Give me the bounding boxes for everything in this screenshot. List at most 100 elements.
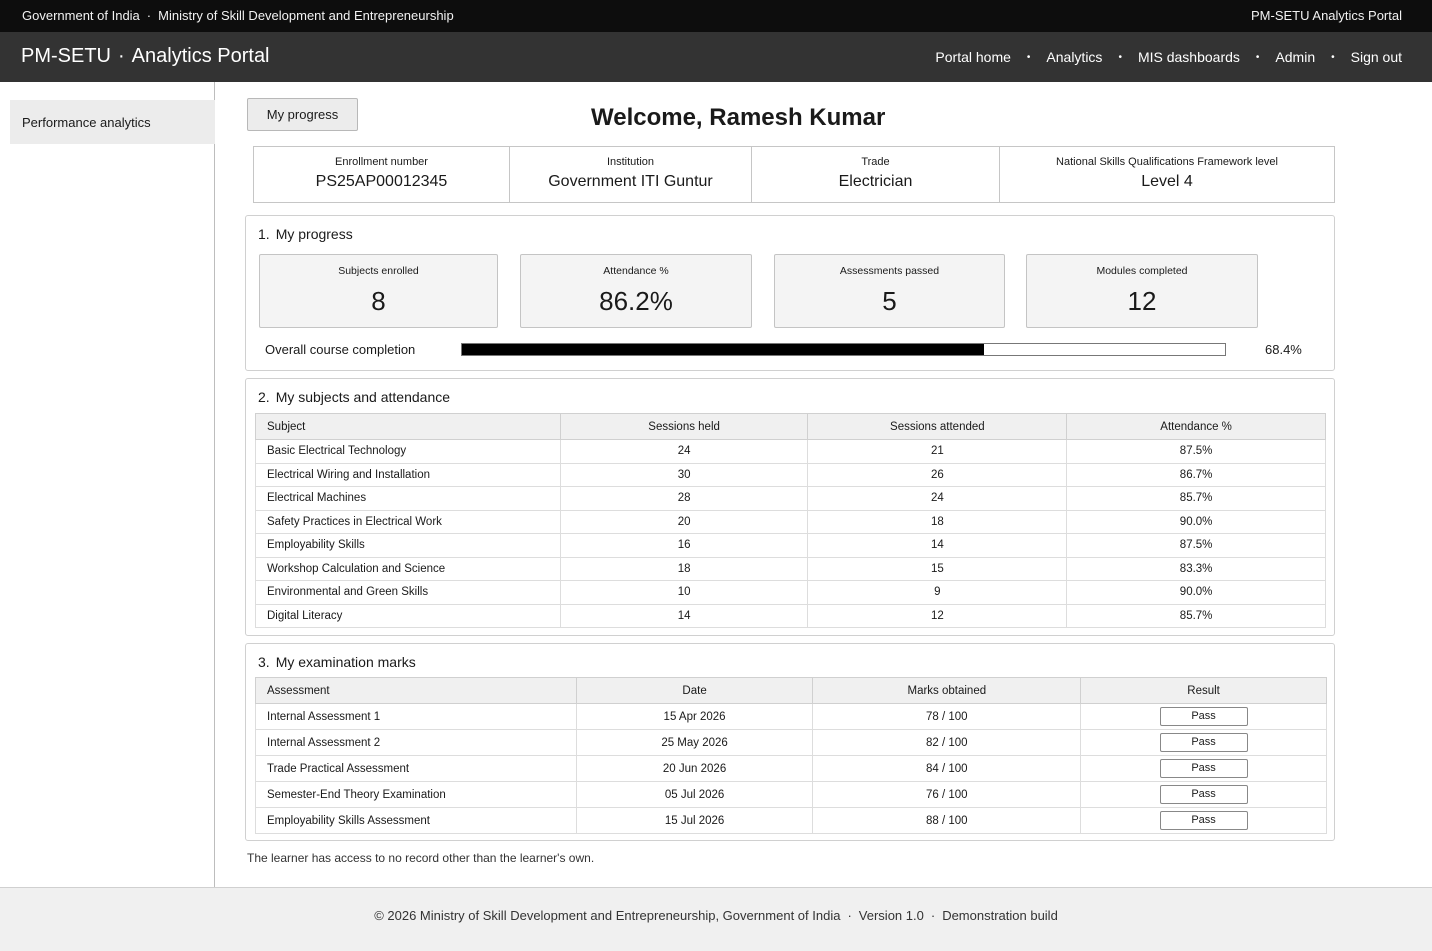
nav-link-mis-dashboards[interactable]: MIS dashboards <box>1138 49 1240 65</box>
result-badge: Pass <box>1159 759 1248 778</box>
column-header-date: Date <box>575 677 814 704</box>
sidebar: Performance analytics <box>0 82 215 887</box>
stat-value: 8 <box>371 286 386 316</box>
info-value: Level 4 <box>1141 173 1193 190</box>
sessions-attended-cell: 14 <box>807 533 1068 558</box>
assessment-cell: Internal Assessment 2 <box>255 729 577 756</box>
nav-link-analytics[interactable]: Analytics <box>1046 49 1102 65</box>
table-row: Employability Skills Assessment 15 Jul 20… <box>255 807 1327 834</box>
government-bar-left: Government of India · Ministry of Skill De… <box>22 8 454 23</box>
sessions-held-cell: 30 <box>559 462 809 487</box>
sessions-attended-cell: 24 <box>807 486 1068 511</box>
exams-panel: 3. My examination marks Assessment Date M… <box>245 643 1335 841</box>
my-progress-button[interactable]: My progress <box>247 98 358 131</box>
column-header-marks: Marks obtained <box>812 677 1082 704</box>
ministry-label: Ministry of Skill Development and Entrep… <box>158 8 454 23</box>
footer: © 2026 Ministry of Skill Development and… <box>0 887 1432 951</box>
subject-cell: Environmental and Green Skills <box>255 580 561 605</box>
stat-label: Assessments passed <box>839 265 940 277</box>
column-header-sessions-attended: Sessions attended <box>807 413 1068 440</box>
info-enrollment: Enrollment number PS25AP00012345 <box>254 147 510 202</box>
footer-copyright: © 2026 Ministry of Skill Development and… <box>374 908 841 923</box>
section-title: My examination marks <box>275 654 416 670</box>
stat-modules-completed: Modules completed 12 <box>1026 254 1258 328</box>
attendance-cell: 90.0% <box>1066 580 1326 605</box>
column-header-subject: Subject <box>255 413 561 440</box>
sessions-attended-cell: 12 <box>807 603 1068 628</box>
section-number: 2. <box>258 389 270 405</box>
sessions-attended-cell: 26 <box>807 462 1068 487</box>
info-label: Trade <box>861 156 890 168</box>
exams-table-body: Internal Assessment 1 15 Apr 2026 78 / 100… <box>255 703 1327 834</box>
government-bar-separator: · <box>146 8 152 23</box>
footer-build: Demonstration build <box>942 908 1058 923</box>
marks-cell: 84 / 100 <box>812 755 1082 782</box>
table-row: Internal Assessment 1 15 Apr 2026 78 / 100… <box>255 703 1327 730</box>
stat-value: 12 <box>1127 286 1157 316</box>
assessment-cell: Trade Practical Assessment <box>255 755 577 782</box>
info-institution: Institution Government ITI Guntur <box>510 147 752 202</box>
table-row: Semester-End Theory Examination 05 Jul 20… <box>255 781 1327 808</box>
section-number: 3. <box>258 654 270 670</box>
marks-cell: 88 / 100 <box>812 807 1082 834</box>
sessions-attended-cell: 15 <box>807 556 1068 581</box>
access-disclaimer: The learner has access to no record othe… <box>247 851 595 865</box>
column-header-assessment: Assessment <box>255 677 577 704</box>
table-row: Workshop Calculation and Science 18 15 83.3… <box>255 556 1326 581</box>
date-cell: 15 Jul 2026 <box>575 807 814 834</box>
result-cell: Pass <box>1080 755 1327 782</box>
info-value: Electrician <box>838 173 913 190</box>
table-row: Environmental and Green Skills 10 9 90.0% <box>255 580 1326 605</box>
table-header-row: Subject Sessions held Sessions attended … <box>255 413 1326 440</box>
sessions-held-cell: 24 <box>559 439 809 464</box>
table-row: Digital Literacy 14 12 85.7% <box>255 603 1326 628</box>
result-cell: Pass <box>1080 729 1327 756</box>
government-bar: Government of India · Ministry of Skill De… <box>0 0 1432 32</box>
table-row: Trade Practical Assessment 20 Jun 2026 84 … <box>255 755 1327 782</box>
subject-cell: Electrical Machines <box>255 486 561 511</box>
date-cell: 05 Jul 2026 <box>575 781 814 808</box>
column-header-attendance: Attendance % <box>1066 413 1326 440</box>
sessions-attended-cell: 9 <box>807 580 1068 605</box>
completion-progress-fill <box>462 344 984 355</box>
sidebar-item-performance-analytics[interactable]: Performance analytics <box>10 100 215 144</box>
table-row: Employability Skills 16 14 87.5% <box>255 533 1326 558</box>
info-trade: Trade Electrician <box>752 147 1000 202</box>
result-cell: Pass <box>1080 703 1327 730</box>
exams-panel-title: 3. My examination marks <box>258 654 416 670</box>
nav-link-admin[interactable]: Admin <box>1275 49 1315 65</box>
nav-separator: • <box>1118 51 1122 63</box>
nav-link-portal-home[interactable]: Portal home <box>935 49 1010 65</box>
attendance-cell: 87.5% <box>1066 533 1326 558</box>
result-badge: Pass <box>1159 707 1248 726</box>
sessions-held-cell: 14 <box>559 603 809 628</box>
sessions-held-cell: 16 <box>559 533 809 558</box>
exams-table: Assessment Date Marks obtained Result In… <box>255 677 1327 834</box>
brand[interactable]: PM-SETU · Analytics Portal <box>21 45 270 68</box>
result-badge: Pass <box>1159 785 1248 804</box>
learner-info: Enrollment number PS25AP00012345 Institu… <box>253 146 1335 203</box>
marks-cell: 78 / 100 <box>812 703 1082 730</box>
nav-link-sign-out[interactable]: Sign out <box>1351 49 1402 65</box>
table-row: Basic Electrical Technology 24 21 87.5% <box>255 439 1326 464</box>
subject-cell: Electrical Wiring and Installation <box>255 462 561 487</box>
attendance-cell: 83.3% <box>1066 556 1326 581</box>
stat-label: Modules completed <box>1096 265 1188 277</box>
date-cell: 15 Apr 2026 <box>575 703 814 730</box>
stat-assessments-passed: Assessments passed 5 <box>774 254 1005 328</box>
info-label: Enrollment number <box>335 156 428 168</box>
table-row: Internal Assessment 2 25 May 2026 82 / 100… <box>255 729 1327 756</box>
assessment-cell: Employability Skills Assessment <box>255 807 577 834</box>
nav-separator: • <box>1026 51 1031 63</box>
subjects-table: Subject Sessions held Sessions attended … <box>255 413 1326 628</box>
government-label: Government of India <box>22 8 140 23</box>
section-title: My subjects and attendance <box>275 389 451 405</box>
brand-secondary: Analytics Portal <box>131 45 270 67</box>
main-content: My progress Welcome, Ramesh Kumar Enroll… <box>216 82 1432 887</box>
stat-label: Subjects enrolled <box>338 265 419 277</box>
result-badge: Pass <box>1159 733 1248 752</box>
attendance-cell: 85.7% <box>1066 486 1326 511</box>
section-title: My progress <box>275 226 353 242</box>
result-cell: Pass <box>1080 781 1327 808</box>
completion-progress-bar <box>461 343 1226 356</box>
